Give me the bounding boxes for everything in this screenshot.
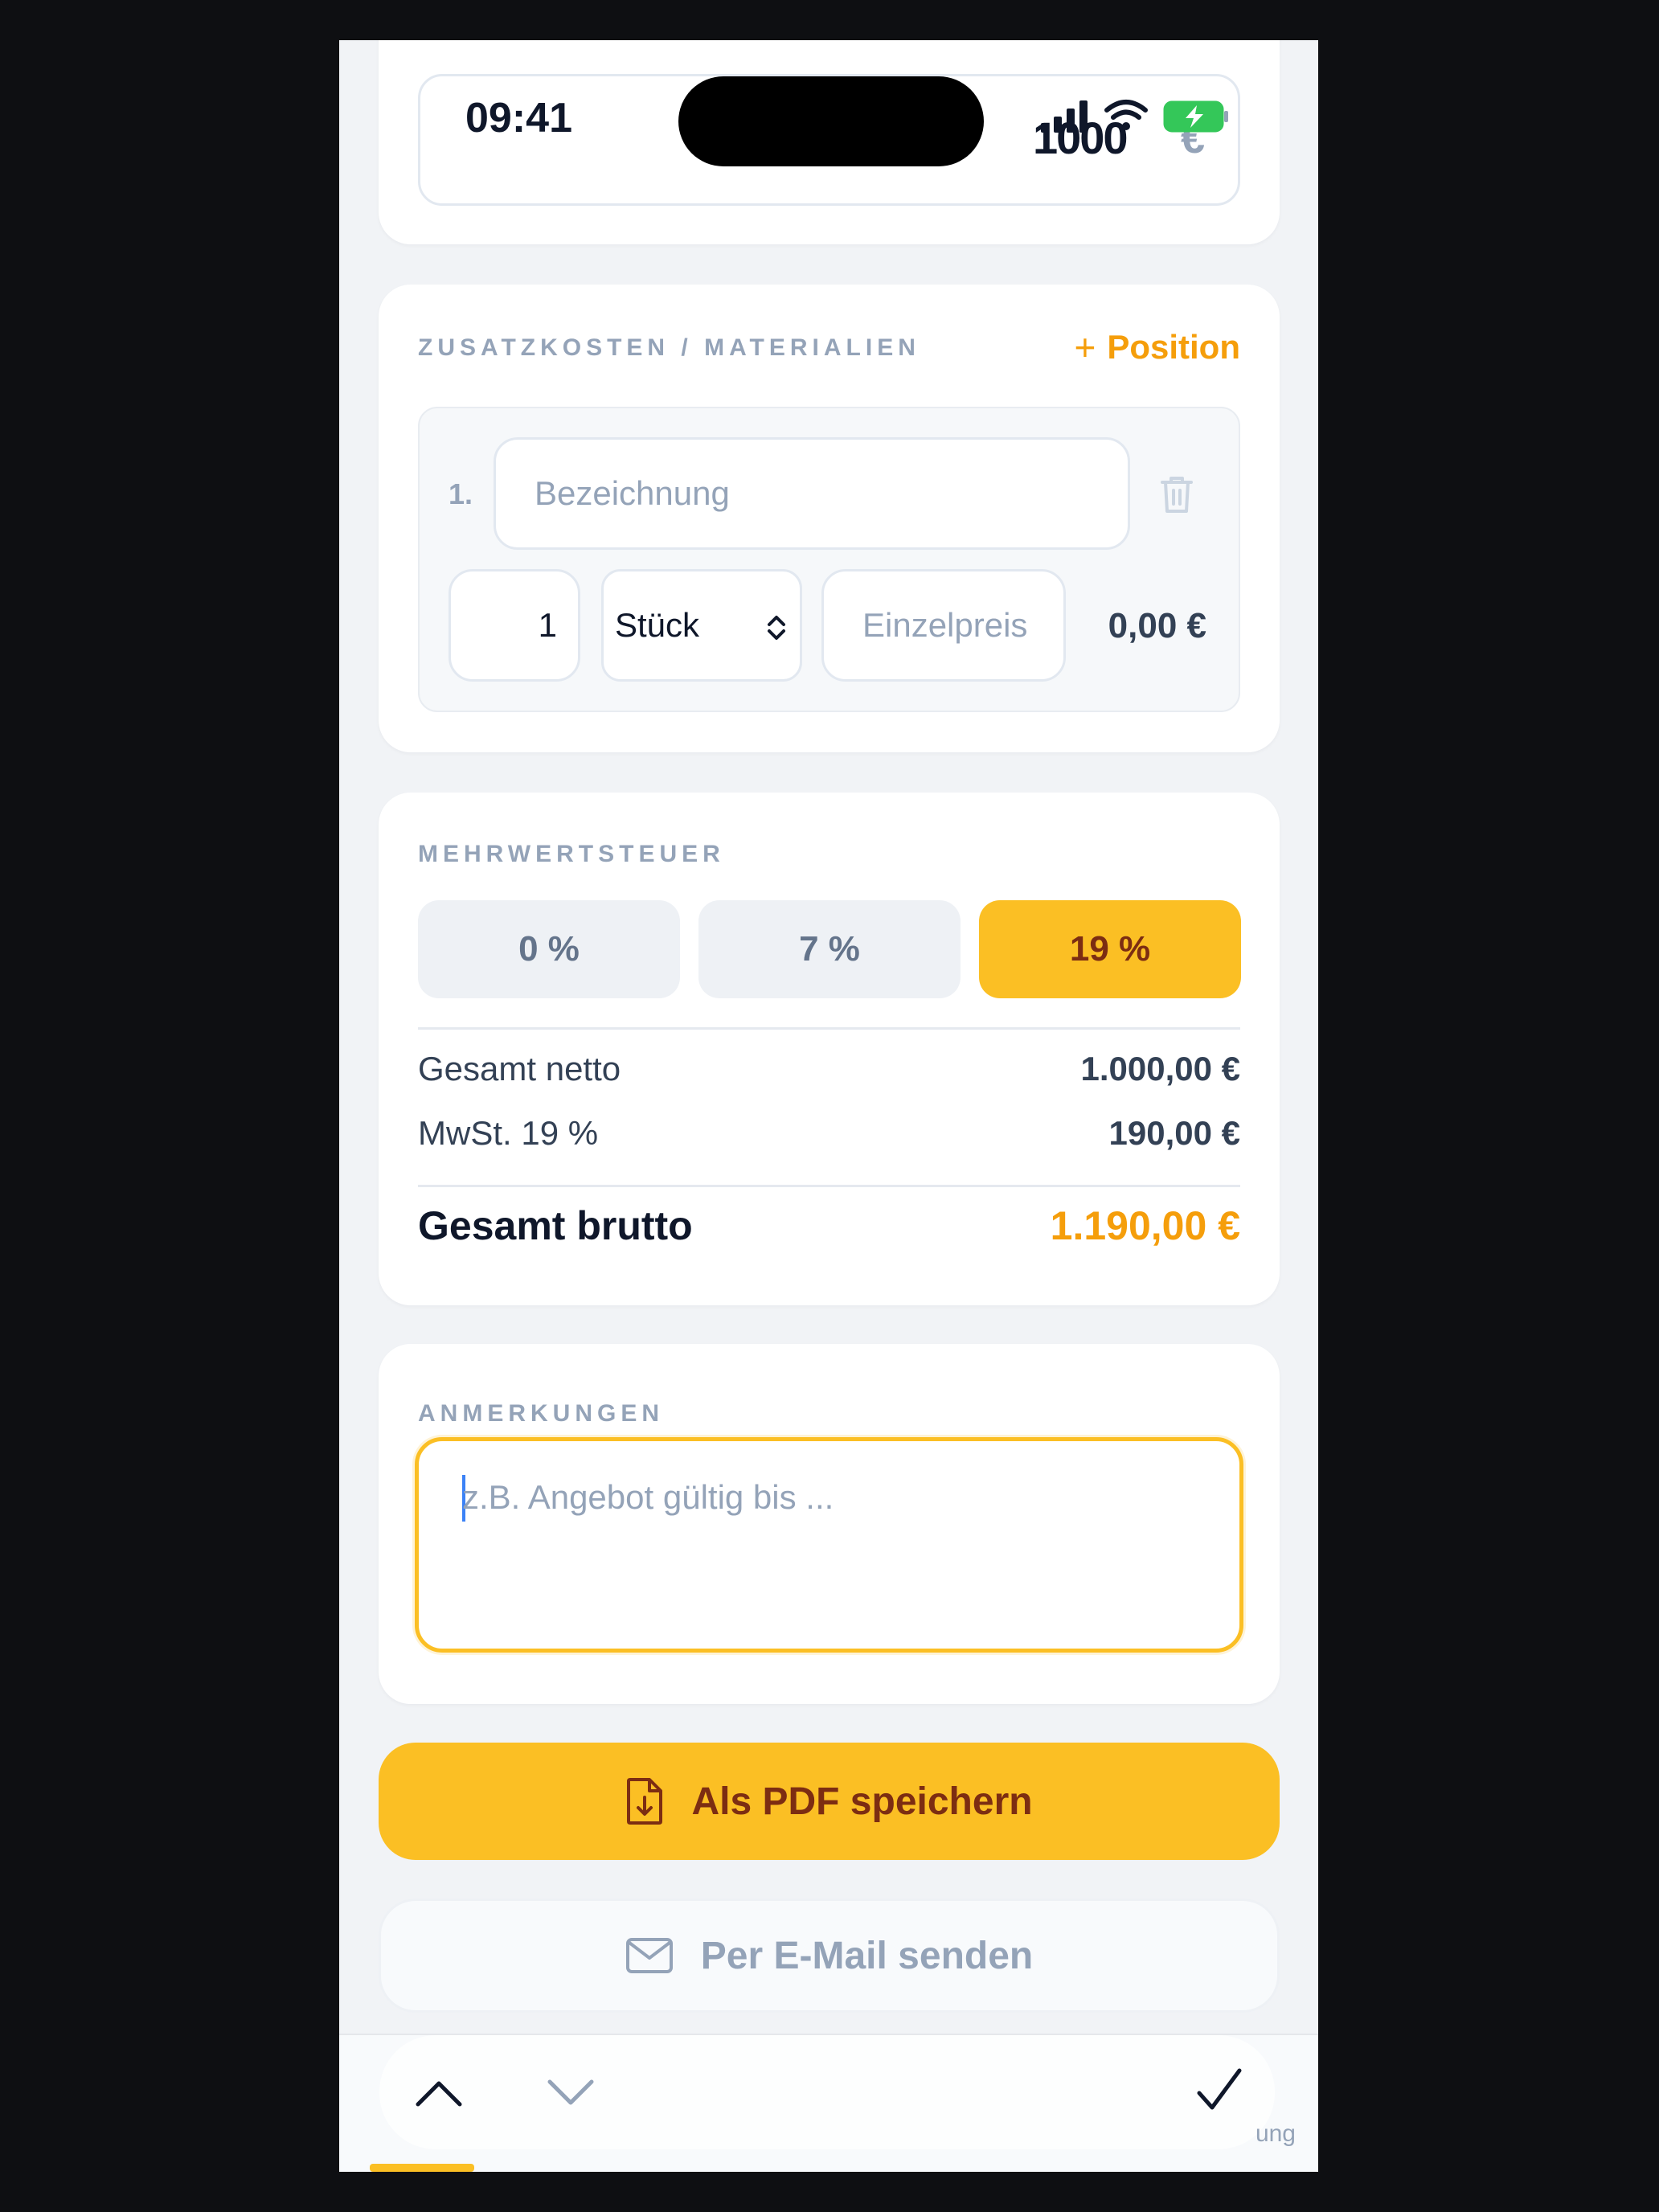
vat-option-19[interactable]: 19 % bbox=[979, 900, 1241, 998]
save-pdf-label: Als PDF speichern bbox=[691, 1780, 1033, 1823]
divider bbox=[418, 1185, 1240, 1187]
description-input[interactable]: Bezeichnung bbox=[494, 437, 1130, 550]
file-download-icon bbox=[627, 1778, 663, 1825]
add-position-label: Position bbox=[1107, 328, 1240, 366]
wifi-icon bbox=[1104, 100, 1148, 130]
gross-total-row: Gesamt brutto 1.190,00 € bbox=[418, 1202, 1240, 1249]
tab-label-fragment: ung bbox=[1255, 2120, 1296, 2147]
previous-field-icon[interactable] bbox=[413, 2077, 465, 2109]
description-placeholder: Bezeichnung bbox=[535, 474, 730, 512]
vat-amount-value: 190,00 € bbox=[1108, 1114, 1241, 1152]
net-total-row: Gesamt netto 1.000,00 € bbox=[418, 1050, 1240, 1088]
select-chevrons-icon bbox=[768, 616, 785, 640]
vat-amount-row: MwSt. 19 % 190,00 € bbox=[418, 1114, 1240, 1153]
quantity-input[interactable]: 1 bbox=[449, 569, 580, 682]
accessory-pill bbox=[379, 2035, 1275, 2149]
line-total: 0,00 € bbox=[1108, 606, 1206, 645]
dynamic-island bbox=[678, 76, 984, 166]
active-tab-indicator bbox=[370, 2164, 474, 2172]
unit-select[interactable]: Stück bbox=[601, 569, 802, 682]
previous-card: 09:41 1000 € bbox=[379, 40, 1280, 244]
position-item: 1. Bezeichnung 1 Stück Einzelpreis 0,00 … bbox=[418, 407, 1240, 712]
vat-option-0[interactable]: 0 % bbox=[418, 900, 680, 998]
status-time: 09:41 bbox=[465, 95, 572, 141]
trash-icon[interactable] bbox=[1159, 474, 1194, 514]
section-label: MEHRWERTSTEUER bbox=[418, 841, 725, 867]
unit-price-input[interactable]: Einzelpreis bbox=[821, 569, 1066, 682]
notes-placeholder: z.B. Angebot gültig bis ... bbox=[462, 1478, 834, 1516]
unit-value: Stück bbox=[615, 606, 700, 644]
save-pdf-button[interactable]: Als PDF speichern bbox=[379, 1743, 1280, 1860]
net-total-label: Gesamt netto bbox=[418, 1050, 621, 1088]
app-screen: 09:41 1000 € ZUSATZKOSTEN / MATERIALIEN … bbox=[339, 40, 1318, 2172]
send-email-label: Per E-Mail senden bbox=[700, 1934, 1034, 1977]
gross-total-value: 1.190,00 € bbox=[1050, 1203, 1240, 1248]
checkmark-icon[interactable] bbox=[1194, 2066, 1244, 2116]
cellular-signal-icon bbox=[1041, 100, 1088, 133]
notes-textarea[interactable]: z.B. Angebot gültig bis ... bbox=[415, 1437, 1243, 1653]
send-email-button[interactable]: Per E-Mail senden bbox=[379, 1899, 1280, 2013]
vat-card: MEHRWERTSTEUER 0 % 7 % 19 % Gesamt netto… bbox=[379, 793, 1280, 1305]
unit-price-placeholder: Einzelpreis bbox=[862, 606, 1028, 644]
next-field-icon[interactable] bbox=[545, 2077, 596, 2109]
vat-amount-label: MwSt. 19 % bbox=[418, 1114, 599, 1152]
plus-icon: + bbox=[1074, 326, 1096, 368]
battery-charging-icon bbox=[1163, 100, 1228, 133]
additional-costs-card: ZUSATZKOSTEN / MATERIALIEN + Position 1.… bbox=[379, 285, 1280, 752]
quantity-value: 1 bbox=[538, 606, 557, 644]
divider bbox=[418, 1027, 1240, 1030]
gross-total-label: Gesamt brutto bbox=[418, 1203, 693, 1248]
previous-total-field[interactable]: 09:41 1000 € bbox=[418, 74, 1240, 206]
section-label: ANMERKUNGEN bbox=[418, 1400, 664, 1427]
vat-option-7[interactable]: 7 % bbox=[698, 900, 961, 998]
position-number: 1. bbox=[449, 477, 473, 510]
keyboard-accessory-bar bbox=[339, 2034, 1318, 2172]
mail-icon bbox=[625, 1938, 673, 1973]
net-total-value: 1.000,00 € bbox=[1080, 1050, 1240, 1088]
section-label: ZUSATZKOSTEN / MATERIALIEN bbox=[418, 334, 920, 361]
add-position-button[interactable]: + Position bbox=[1074, 328, 1240, 367]
notes-card: ANMERKUNGEN z.B. Angebot gültig bis ... bbox=[379, 1344, 1280, 1704]
